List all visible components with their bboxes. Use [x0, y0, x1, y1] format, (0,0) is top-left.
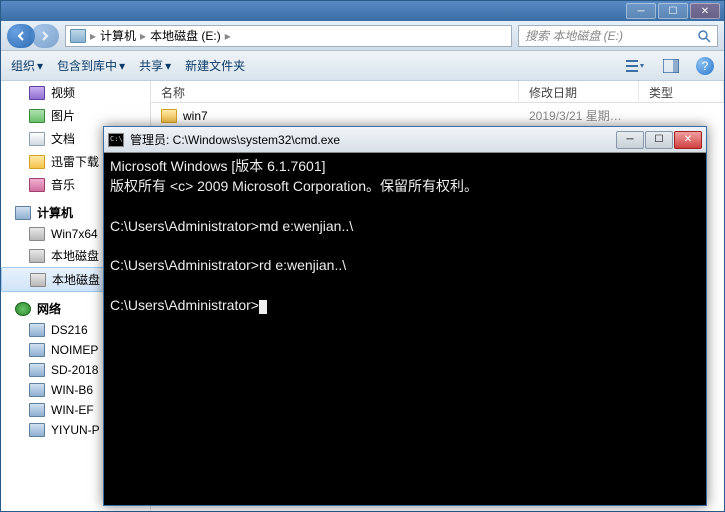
computer-icon — [29, 363, 45, 377]
doc-icon — [29, 132, 45, 146]
search-placeholder: 搜索 本地磁盘 (E:) — [525, 27, 623, 44]
sidebar-item-library[interactable]: 视频 — [1, 81, 150, 104]
file-type — [639, 114, 724, 118]
sidebar-item-label: 音乐 — [51, 176, 75, 193]
cmd-close-button[interactable]: ✕ — [674, 131, 702, 149]
network-icon — [15, 302, 31, 316]
search-icon — [697, 29, 711, 43]
sidebar-item-label: 本地磁盘 — [52, 271, 100, 288]
sidebar-item-label: WIN-B6 — [51, 383, 93, 397]
computer-icon — [15, 206, 31, 220]
cmd-window: 管理员: C:\Windows\system32\cmd.exe ─ ☐ ✕ M… — [103, 126, 707, 506]
sidebar-item-label: NOIMEP — [51, 343, 98, 357]
computer-icon — [29, 403, 45, 417]
preview-pane-button[interactable] — [660, 55, 682, 77]
sidebar-item-label: 图片 — [51, 107, 75, 124]
close-button[interactable]: ✕ — [690, 3, 720, 19]
explorer-title-bar: ─ ☐ ✕ — [1, 1, 724, 21]
breadcrumb-root[interactable]: 计算机 — [96, 27, 140, 44]
breadcrumb-sep[interactable]: ▸ — [225, 29, 231, 43]
sidebar-item-label: 迅雷下载 — [51, 153, 99, 170]
pic-icon — [29, 109, 45, 123]
toolbar: 组织 ▾ 包含到库中 ▾ 共享 ▾ 新建文件夹 ? — [1, 51, 724, 81]
column-name[interactable]: 名称 — [151, 81, 519, 102]
file-name: win7 — [183, 109, 208, 123]
sidebar-item-label: YIYUN-P — [51, 423, 100, 437]
help-button[interactable]: ? — [696, 57, 714, 75]
cmd-title-text: 管理员: C:\Windows\system32\cmd.exe — [130, 131, 616, 148]
maximize-button[interactable]: ☐ — [658, 3, 688, 19]
cmd-icon — [108, 133, 124, 147]
new-folder-button[interactable]: 新建文件夹 — [185, 57, 245, 74]
dropdown-icon: ▾ — [165, 59, 171, 73]
computer-icon — [29, 383, 45, 397]
folder-icon — [29, 155, 45, 169]
column-date[interactable]: 修改日期 — [519, 81, 639, 102]
sidebar-item-label: WIN-EF — [51, 403, 94, 417]
cursor — [259, 300, 267, 314]
folder-icon — [161, 109, 177, 123]
drive-icon — [29, 249, 45, 263]
share-button[interactable]: 共享 ▾ — [139, 57, 171, 74]
dropdown-icon: ▾ — [119, 59, 125, 73]
forward-button[interactable] — [31, 24, 59, 48]
cmd-minimize-button[interactable]: ─ — [616, 131, 644, 149]
minimize-button[interactable]: ─ — [626, 3, 656, 19]
computer-icon — [29, 423, 45, 437]
organize-button[interactable]: 组织 ▾ — [11, 57, 43, 74]
breadcrumb-drive[interactable]: 本地磁盘 (E:) — [146, 27, 225, 44]
file-date: 2019/3/21 星期… — [519, 105, 639, 126]
video-icon — [29, 86, 45, 100]
sidebar-item-label: SD-2018 — [51, 363, 98, 377]
drive-icon — [30, 273, 46, 287]
computer-icon — [29, 343, 45, 357]
sidebar-item-label: 本地磁盘 — [51, 247, 99, 264]
cmd-maximize-button[interactable]: ☐ — [645, 131, 673, 149]
sidebar-item-label: 文档 — [51, 130, 75, 147]
view-options-button[interactable] — [624, 55, 646, 77]
file-row[interactable]: win7 2019/3/21 星期… — [151, 103, 724, 128]
nav-bar: ▸ 计算机 ▸ 本地磁盘 (E:) ▸ 搜索 本地磁盘 (E:) — [1, 21, 724, 51]
music-icon — [29, 178, 45, 192]
breadcrumb[interactable]: ▸ 计算机 ▸ 本地磁盘 (E:) ▸ — [65, 25, 512, 47]
sidebar-item-library[interactable]: 图片 — [1, 104, 150, 127]
sidebar-item-label: 视频 — [51, 84, 75, 101]
search-input[interactable]: 搜索 本地磁盘 (E:) — [518, 25, 718, 47]
file-header: 名称 修改日期 类型 — [151, 81, 724, 103]
computer-icon — [29, 323, 45, 337]
cmd-content: Microsoft Windows [版本 6.1.7601] 版权所有 <c>… — [110, 158, 478, 313]
cmd-body[interactable]: Microsoft Windows [版本 6.1.7601] 版权所有 <c>… — [104, 153, 706, 505]
column-type[interactable]: 类型 — [639, 81, 724, 102]
drive-icon — [29, 227, 45, 241]
sidebar-item-label: DS216 — [51, 323, 88, 337]
drive-icon — [70, 29, 86, 43]
sidebar-item-label: Win7x64 — [51, 227, 98, 241]
include-library-button[interactable]: 包含到库中 ▾ — [57, 57, 125, 74]
dropdown-icon: ▾ — [37, 59, 43, 73]
cmd-title-bar[interactable]: 管理员: C:\Windows\system32\cmd.exe ─ ☐ ✕ — [104, 127, 706, 153]
